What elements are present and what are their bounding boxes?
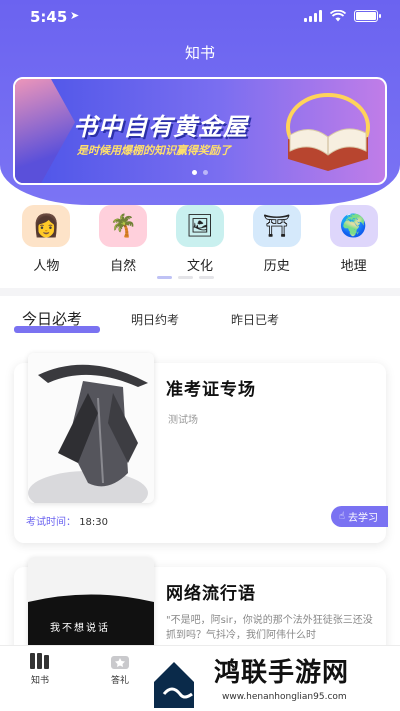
watermark-name: 鸿联手游网 [214,658,350,688]
history-icon: ⛩ [252,205,301,247]
warrior-illustration [28,353,154,503]
section-divider [0,288,400,296]
banner-title: 书中自有黄金屋 [73,113,248,141]
category-label: 自然 [110,259,137,274]
banner-pagination [15,170,385,175]
card-description: "不是吧，阿sir，你说的那个法外狂徒张三还没抓到吗？气抖冷，我们阿伟什么时 [166,615,373,641]
tabbar-item-books[interactable]: 知书 [20,652,60,686]
banner[interactable]: 书中自有黄金屋 是时候用爆棚的知识赢得奖励了 [13,77,387,185]
card-title: 网络流行语 [166,584,256,604]
battery-icon [354,10,381,22]
banner-subtitle: 是时候用爆棚的知识赢得奖励了 [77,144,231,157]
books-icon [30,653,49,669]
category-label: 历史 [263,259,290,274]
category-label: 地理 [340,259,367,274]
category-label: 人物 [33,259,60,274]
tab-yesterday[interactable]: 昨日已考 [231,311,279,328]
watermark: 鸿联手游网 www.henanhonglian95.com [150,646,400,711]
category-label: 文化 [186,259,213,274]
exam-time: 考试时间： 18:30 [26,513,108,528]
gift-icon [111,656,129,669]
book-icon [286,93,370,171]
go-study-label: 去学习 [348,513,378,524]
exam-tabs: 今日必考 明日约考 昨日已考 [0,308,400,338]
culture-icon: 🖼 [175,205,224,247]
category-people[interactable]: 👩 人物 [16,205,76,274]
page-title: 知书 [184,44,215,62]
status-time: 5:45 [30,8,68,26]
tab-tomorrow[interactable]: 明日约考 [131,311,179,328]
status-bar: 5:45 ➤ [0,0,400,34]
category-culture[interactable]: 🖼 文化 [170,205,230,274]
exam-time-label: 考试时间： [26,517,76,528]
tab-today[interactable]: 今日必考 [22,308,82,329]
tabbar-label: 答礼 [110,676,129,686]
category-history[interactable]: ⛩ 历史 [247,205,307,274]
category-geography[interactable]: 🌍 地理 [324,205,384,274]
nature-icon: 🌴 [99,205,148,247]
watermark-url: www.henanhonglian95.com [222,692,347,702]
category-nature[interactable]: 🌴 自然 [93,205,153,274]
exam-card[interactable]: 准考证专场 测试场 考试时间： 18:30 ☝ 去学习 [14,353,388,543]
geography-icon: 🌍 [329,205,378,247]
location-icon: ➤ [70,9,80,22]
exam-time-value: 18:30 [79,517,109,528]
go-study-button[interactable]: ☝ 去学习 [330,506,388,527]
tabbar-item-gift[interactable]: 答礼 [100,652,140,686]
tabbar-label: 知书 [30,676,49,686]
hand-icon: ☝ [338,511,345,522]
category-row: 👩 人物 🌴 自然 🖼 文化 ⛩ 历史 🌍 地理 [0,205,400,274]
watermark-logo [154,662,194,708]
card-image [28,353,154,503]
category-scroll-indicator [157,276,214,279]
person-icon: 👩 [22,205,71,247]
wifi-icon [330,10,346,22]
shirt-text: 我不想说话 [50,623,110,634]
card-title: 准考证专场 [166,380,256,400]
card-subtitle: 测试场 [168,415,198,426]
signal-icon [304,10,322,22]
